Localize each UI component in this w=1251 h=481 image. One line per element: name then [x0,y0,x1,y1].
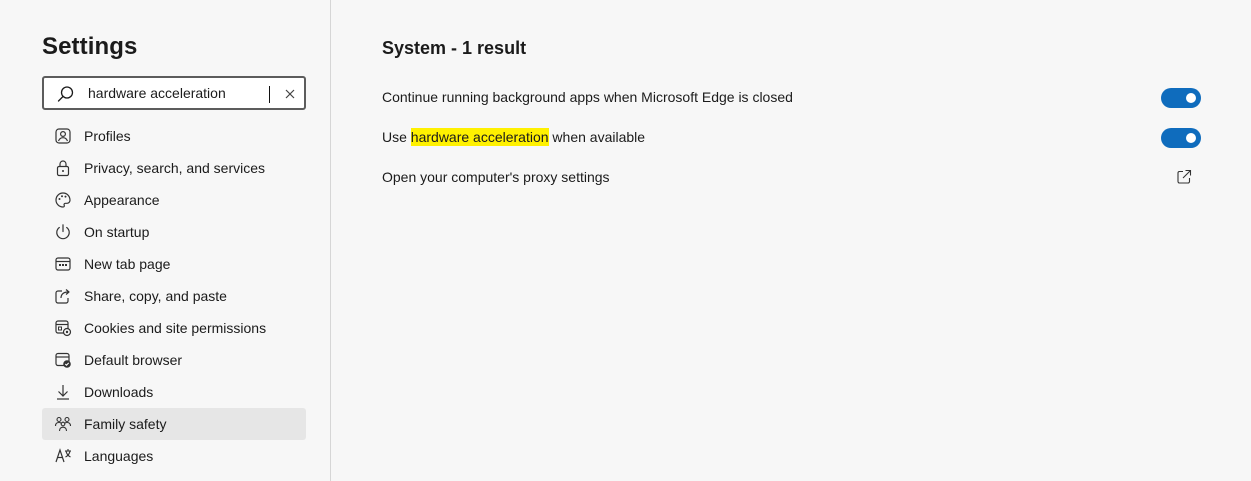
section-title: System - 1 result [382,38,527,58]
profiles-icon [54,127,72,145]
external-link-icon[interactable] [1176,169,1192,185]
sidebar-item-languages[interactable]: Languages [42,440,306,472]
settings-app: Settings Profiles Privacy, s [0,0,1251,481]
sidebar-item-label: Privacy, search, and services [84,160,266,176]
search-input[interactable] [88,83,278,103]
sidebar-item-new-tab-page[interactable]: New tab page [42,248,306,280]
sidebar-item-default-browser[interactable]: Default browser [42,344,306,376]
setting-label: Open your computer's proxy settings [382,169,610,185]
sidebar-item-label: Downloads [84,384,154,400]
lock-icon [54,159,72,177]
sidebar-item-label: Share, copy, and paste [84,288,227,304]
background-apps-toggle[interactable] [1161,88,1201,108]
sidebar-item-privacy[interactable]: Privacy, search, and services [42,152,306,184]
sidebar-title: Settings [42,33,138,60]
setting-label: Continue running background apps when Mi… [382,89,793,105]
toggle-knob [1186,133,1196,143]
label-prefix: Use [382,129,411,145]
new-tab-icon [54,255,72,273]
setting-row-proxy[interactable]: Open your computer's proxy settings [382,166,1202,190]
languages-icon [54,447,72,465]
label-suffix: when available [548,129,646,145]
sidebar-item-share-copy-paste[interactable]: Share, copy, and paste [42,280,306,312]
share-icon [54,287,72,305]
hardware-acceleration-toggle[interactable] [1161,128,1201,148]
sidebar-item-downloads[interactable]: Downloads [42,376,306,408]
palette-icon [54,191,72,209]
search-highlight: hardware acceleration [410,128,549,146]
sidebar-item-label: On startup [84,224,150,240]
sidebar-item-family-safety[interactable]: Family safety [42,408,306,440]
download-icon [54,383,72,401]
sidebar-item-profiles[interactable]: Profiles [42,120,306,152]
default-browser-icon [54,351,72,369]
sidebar: Settings Profiles Privacy, s [0,0,331,481]
sidebar-item-label: Languages [84,448,154,464]
family-icon [54,415,72,433]
sidebar-item-label: Cookies and site permissions [84,320,267,336]
sidebar-item-label: Appearance [84,192,160,208]
sidebar-nav: Profiles Privacy, search, and services A… [42,120,306,472]
sidebar-item-label: Profiles [84,128,131,144]
sidebar-item-label: New tab page [84,256,171,272]
setting-row-hardware-acceleration: Use hardware acceleration when available [382,126,1202,150]
search-icon [57,85,75,103]
setting-label: Use hardware acceleration when available [382,128,646,146]
cookies-icon [54,319,72,337]
search-box[interactable] [42,76,306,110]
sidebar-item-label: Family safety [84,416,167,432]
clear-search-icon[interactable] [282,86,298,102]
sidebar-item-appearance[interactable]: Appearance [42,184,306,216]
sidebar-item-on-startup[interactable]: On startup [42,216,306,248]
setting-row-background-apps: Continue running background apps when Mi… [382,86,1202,110]
sidebar-item-cookies[interactable]: Cookies and site permissions [42,312,306,344]
sidebar-item-label: Default browser [84,352,183,368]
power-icon [54,223,72,241]
toggle-knob [1186,93,1196,103]
main-content: System - 1 result Continue running backg… [332,0,1251,481]
text-caret [269,86,270,103]
